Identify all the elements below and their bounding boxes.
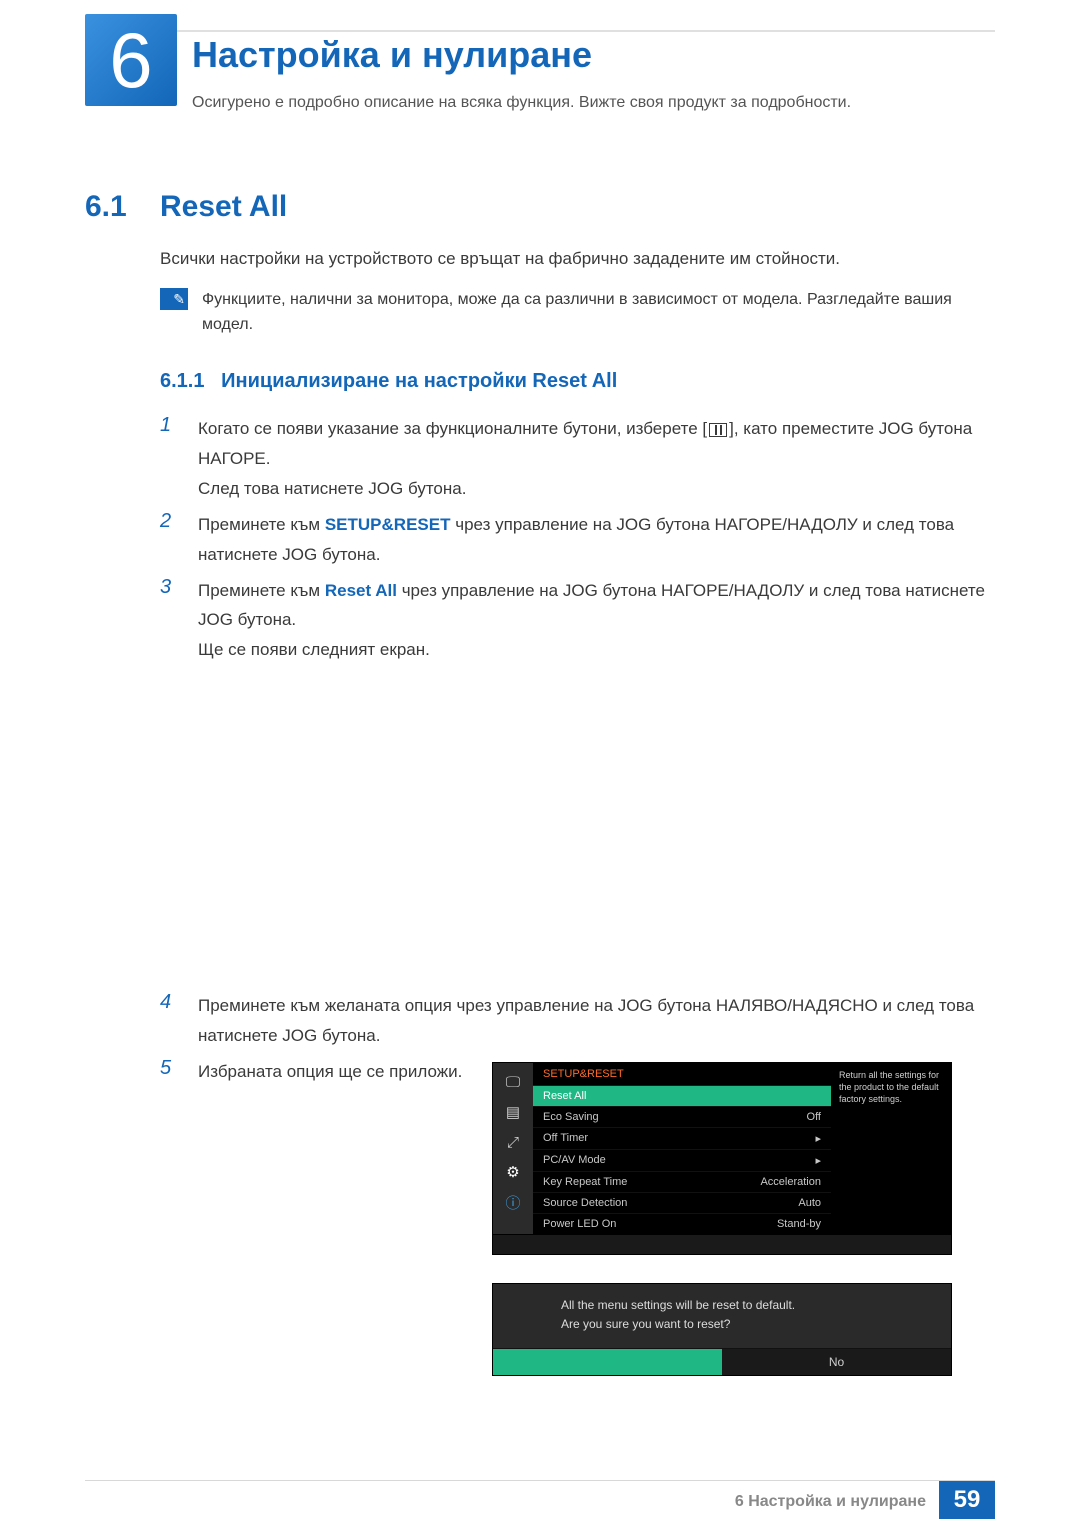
osd-row: Eco Saving Off bbox=[533, 1106, 831, 1127]
osd-row: Reset All bbox=[533, 1086, 831, 1106]
step-body: Преминете към Reset All чрез управление … bbox=[198, 576, 990, 666]
osd-prompt: All the menu settings will be reset to d… bbox=[492, 1283, 952, 1376]
step-text: Ще се появи следният екран. bbox=[198, 640, 430, 659]
osd-row-value: ▸ bbox=[815, 1132, 821, 1145]
step-number: 3 bbox=[160, 576, 182, 666]
osd-prompt-line: Are you sure you want to reset? bbox=[561, 1315, 931, 1334]
osd-row-value: Stand-by bbox=[777, 1218, 821, 1230]
step-bold: SETUP&RESET bbox=[325, 515, 451, 534]
top-rule bbox=[85, 30, 995, 32]
step-text: Преминете към bbox=[198, 581, 325, 600]
step-item: 4 Преминете към желаната опция чрез упра… bbox=[160, 991, 990, 1051]
step-item: 3 Преминете към Reset All чрез управлени… bbox=[160, 576, 990, 666]
osd-prompt-line: All the menu settings will be reset to d… bbox=[561, 1296, 931, 1315]
osd-table: SETUP&RESET Reset All Eco Saving Off Off… bbox=[533, 1063, 831, 1234]
osd-row-label: Key Repeat Time bbox=[543, 1176, 627, 1188]
osd-row-value: Off bbox=[807, 1111, 821, 1123]
note-icon: ✎ bbox=[160, 288, 188, 310]
osd-row-value: ▸ bbox=[815, 1154, 821, 1167]
step-bold: Reset All bbox=[325, 581, 397, 600]
step-body: Преминете към желаната опция чрез управл… bbox=[198, 991, 990, 1051]
osd-resize-icon: ⤢ bbox=[498, 1129, 528, 1155]
note-block: ✎ Функциите, налични за монитора, може д… bbox=[160, 288, 990, 338]
osd-row-value: Acceleration bbox=[760, 1176, 821, 1188]
section-title: Reset All bbox=[160, 190, 287, 224]
osd-row-value: Auto bbox=[798, 1197, 821, 1209]
step-text: Когато се появи указание за функционални… bbox=[198, 419, 707, 438]
section-intro: Всички настройки на устройството се връщ… bbox=[160, 246, 990, 272]
osd-info-icon: ⓘ bbox=[498, 1189, 528, 1215]
osd-prompt-buttons: Yes No bbox=[493, 1348, 951, 1375]
osd-no-button: No bbox=[722, 1349, 951, 1375]
osd-row-label: Off Timer bbox=[543, 1132, 588, 1145]
osd-row-label: Eco Saving bbox=[543, 1111, 599, 1123]
chapter-title: Настройка и нулиране bbox=[192, 34, 592, 76]
osd-row: Off Timer ▸ bbox=[533, 1127, 831, 1149]
step-number: 4 bbox=[160, 991, 182, 1051]
osd-iconbar: 🖵 ▤ ⤢ ⚙ ⓘ bbox=[493, 1063, 533, 1234]
osd-row-label: Reset All bbox=[543, 1090, 586, 1102]
note-text: Функциите, налични за монитора, може да … bbox=[202, 288, 990, 338]
footer-rule bbox=[85, 1480, 995, 1481]
subsection-title: Инициализиране на настройки Reset All bbox=[221, 370, 617, 392]
osd-picture-icon: 🖵 bbox=[498, 1069, 528, 1095]
step-body: Преминете към SETUP&RESET чрез управлени… bbox=[198, 510, 990, 570]
osd-help: Return all the settings for the product … bbox=[831, 1063, 951, 1234]
step-number: 5 bbox=[160, 1057, 182, 1087]
footer-page-number: 59 bbox=[939, 1481, 995, 1519]
osd-foot-strip bbox=[492, 1235, 952, 1255]
osd-yes-button: Yes bbox=[493, 1349, 722, 1375]
step-item: 1 Когато се появи указание за функционал… bbox=[160, 414, 990, 504]
osd-header: SETUP&RESET bbox=[533, 1063, 831, 1086]
osd-prompt-body: All the menu settings will be reset to d… bbox=[493, 1284, 951, 1348]
osd-row: Source Detection Auto bbox=[533, 1192, 831, 1213]
osd-setup-icon: ⚙ bbox=[498, 1159, 528, 1185]
subsection-number: 6.1.1 bbox=[160, 370, 204, 392]
osd-row: PC/AV Mode ▸ bbox=[533, 1149, 831, 1171]
step-item: 2 Преминете към SETUP&RESET чрез управле… bbox=[160, 510, 990, 570]
step-text: Преминете към bbox=[198, 515, 325, 534]
step-text: След това натиснете JOG бутона. bbox=[198, 479, 466, 498]
menu-icon bbox=[709, 423, 727, 437]
steps-list: 1 Когато се появи указание за функционал… bbox=[160, 414, 990, 1093]
osd-screenshot: 🖵 ▤ ⤢ ⚙ ⓘ SETUP&RESET Reset All Eco Savi… bbox=[492, 1062, 952, 1376]
osd-color-icon: ▤ bbox=[498, 1099, 528, 1125]
osd-row-label: PC/AV Mode bbox=[543, 1154, 606, 1167]
chapter-description: Осигурено е подробно описание на всяка ф… bbox=[192, 94, 990, 112]
osd-row-label: Power LED On bbox=[543, 1218, 616, 1230]
osd-row: Key Repeat Time Acceleration bbox=[533, 1171, 831, 1192]
chapter-number-badge: 6 bbox=[85, 14, 177, 106]
osd-row: Power LED On Stand-by bbox=[533, 1213, 831, 1234]
osd-row-label: Source Detection bbox=[543, 1197, 627, 1209]
step-number: 2 bbox=[160, 510, 182, 570]
osd-main-panel: 🖵 ▤ ⤢ ⚙ ⓘ SETUP&RESET Reset All Eco Savi… bbox=[492, 1062, 952, 1235]
subsection-heading: 6.1.1 Инициализиране на настройки Reset … bbox=[160, 370, 617, 393]
step-number: 1 bbox=[160, 414, 182, 504]
footer-chapter-label: 6 Настройка и нулиране bbox=[735, 1493, 926, 1511]
section-number: 6.1 bbox=[85, 190, 127, 224]
step-body: Когато се появи указание за функционални… bbox=[198, 414, 990, 504]
